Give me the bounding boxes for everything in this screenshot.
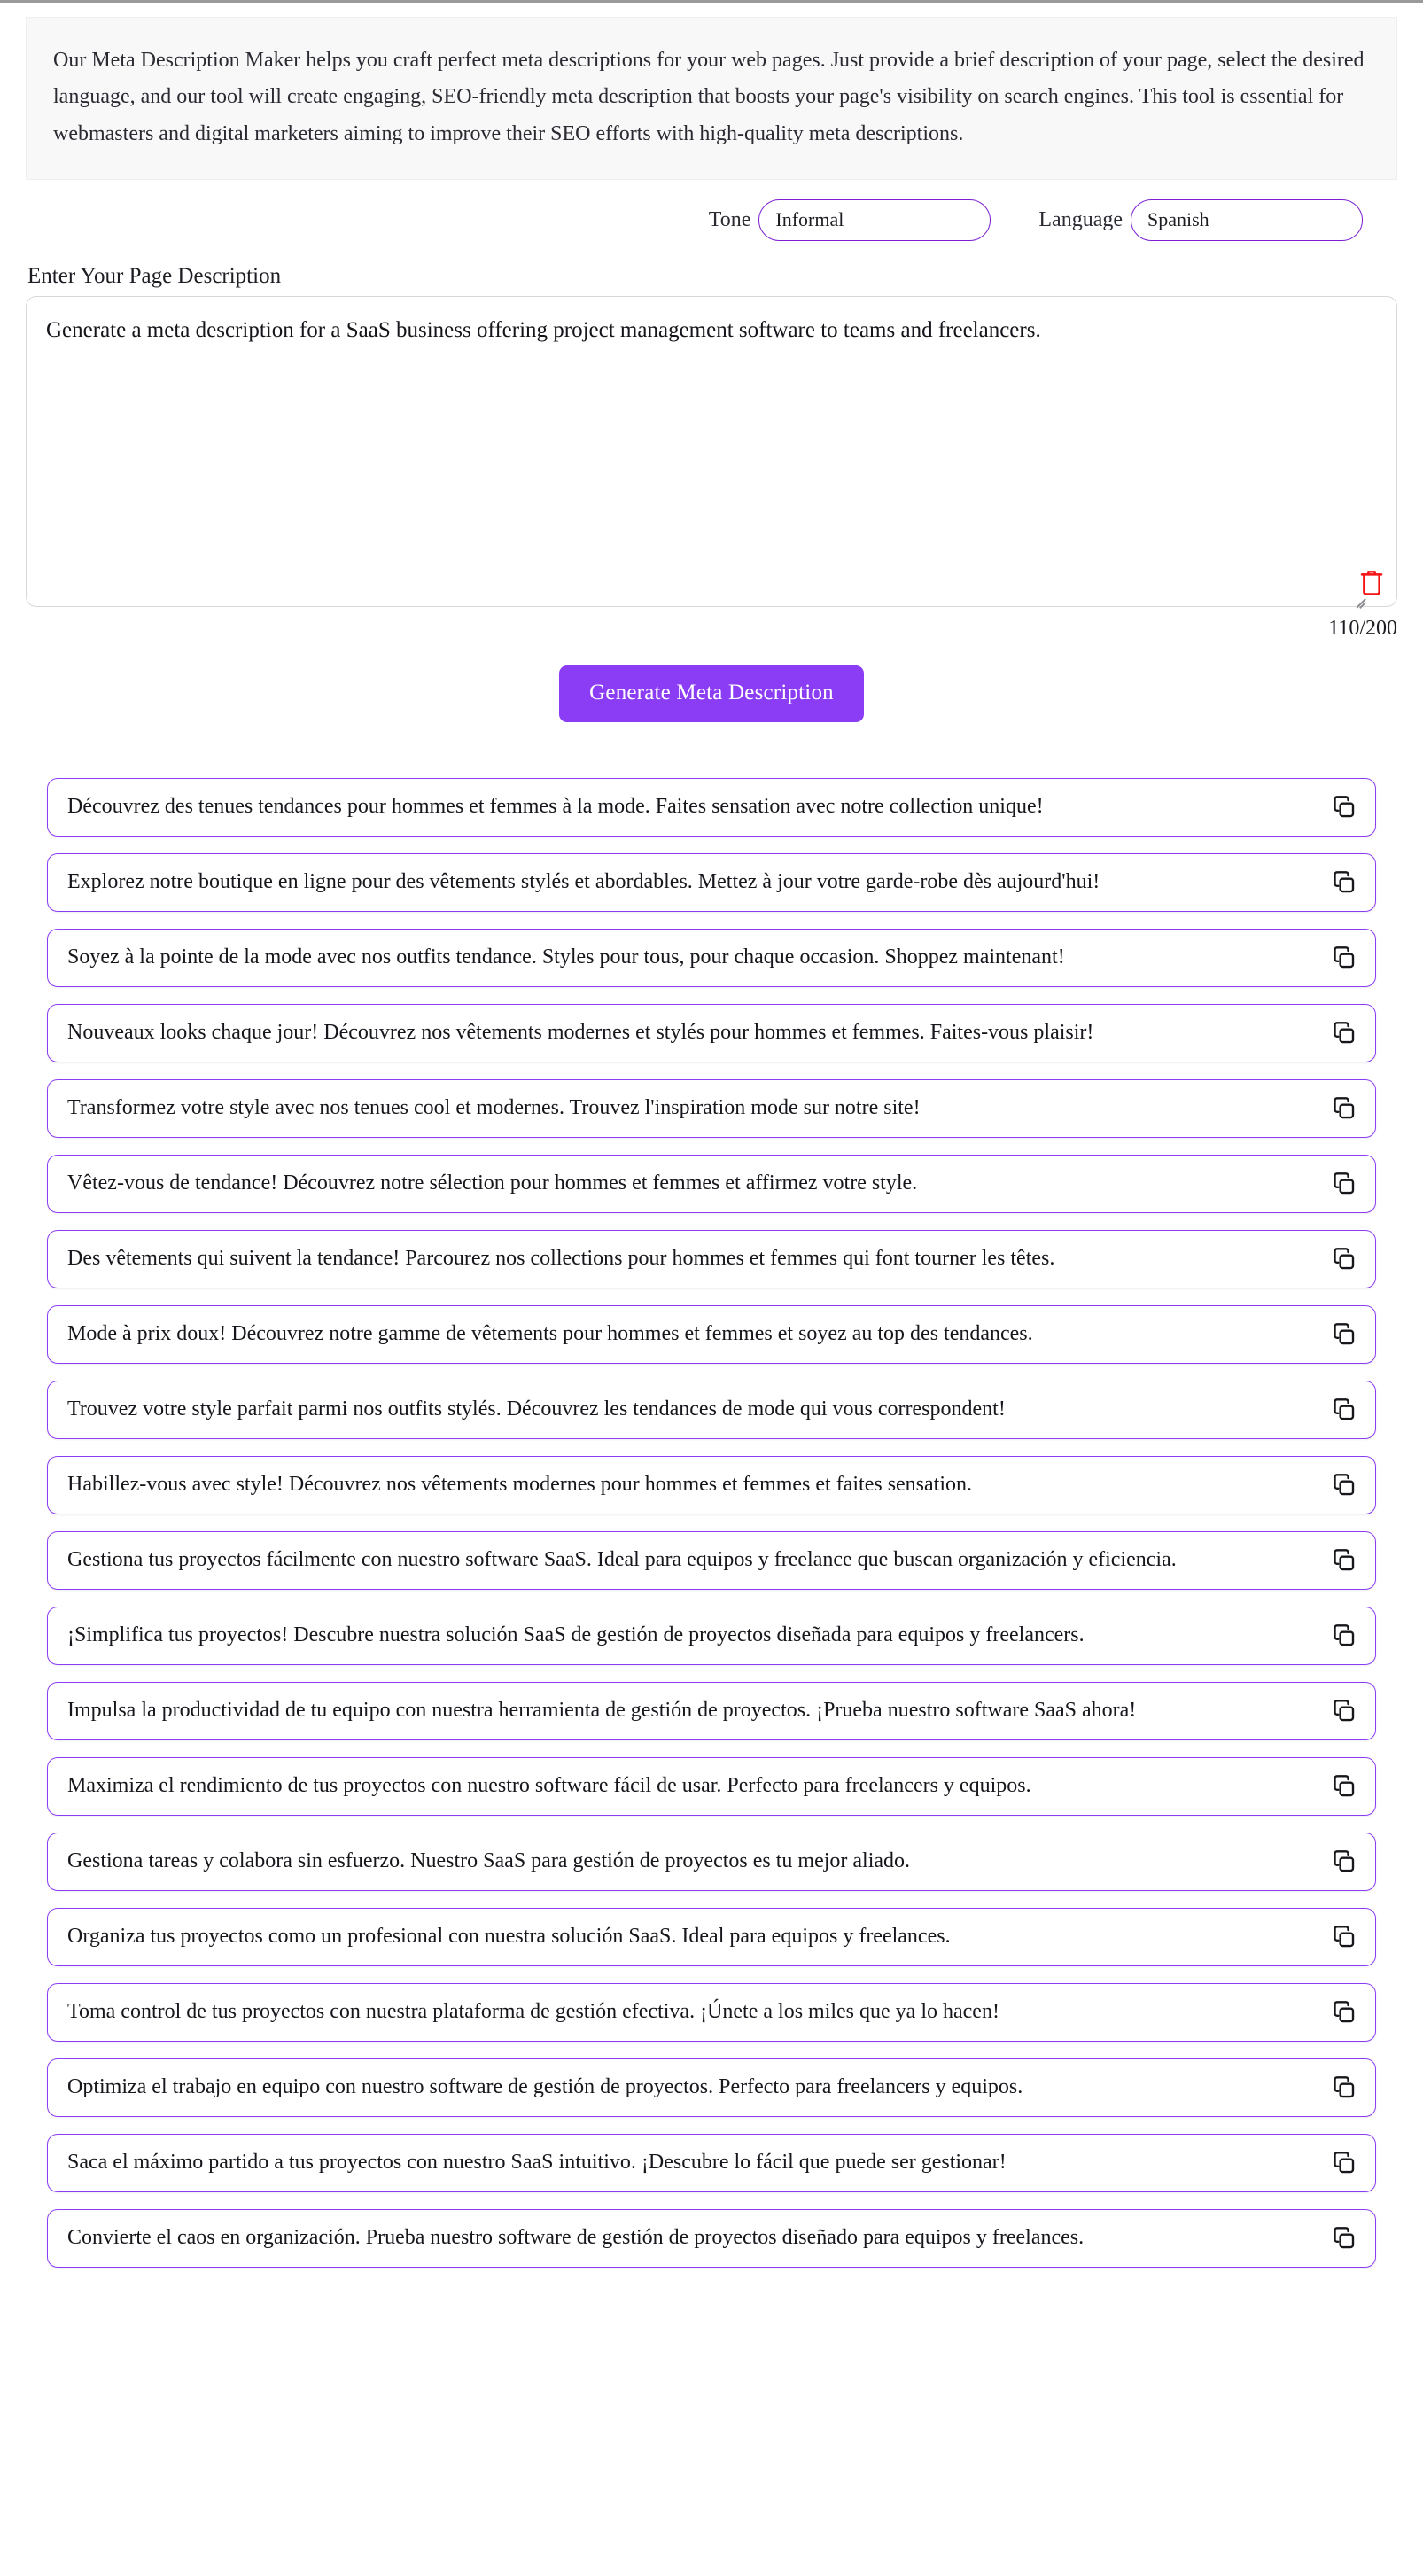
result-text: Soyez à la pointe de la mode avec nos ou…: [67, 946, 1065, 969]
result-card: Maximiza el rendimiento de tus proyectos…: [47, 1756, 1376, 1816]
copy-icon[interactable]: [1331, 1999, 1357, 2026]
page-description-input[interactable]: [26, 295, 1397, 607]
generate-row: Generate Meta Description: [0, 665, 1423, 722]
result-card: Soyez à la pointe de la mode avec nos ou…: [47, 928, 1376, 987]
result-card: Gestiona tareas y colabora sin esfuerzo.…: [47, 1832, 1376, 1891]
intro-banner: Our Meta Description Maker helps you cra…: [26, 17, 1397, 180]
language-group: Language Spanish: [1038, 198, 1363, 241]
results-list: Découvrez des tenues tendances pour homm…: [47, 777, 1376, 2291]
result-text: Des vêtements qui suivent la tendance! P…: [67, 1247, 1055, 1271]
copy-icon[interactable]: [1331, 869, 1357, 896]
result-card: Des vêtements qui suivent la tendance! P…: [47, 1229, 1376, 1288]
meta-description-maker-page: Our Meta Description Maker helps you cra…: [0, 0, 1423, 2576]
result-text: Toma control de tus proyectos con nuestr…: [67, 2000, 999, 2024]
result-card: Habillez-vous avec style! Découvrez nos …: [47, 1455, 1376, 1514]
copy-icon[interactable]: [1331, 945, 1357, 971]
copy-icon[interactable]: [1331, 1472, 1357, 1498]
result-text: Explorez notre boutique en ligne pour de…: [67, 870, 1100, 894]
result-text: Organiza tus proyectos como un profesion…: [67, 1925, 951, 1949]
result-text: Optimiza el trabajo en equipo con nuestr…: [67, 2075, 1023, 2099]
tone-select[interactable]: Informal: [758, 198, 991, 241]
language-label: Language: [1038, 207, 1123, 231]
result-text: ¡Simplifica tus proyectos! Descubre nues…: [67, 1623, 1085, 1647]
language-select[interactable]: Spanish: [1131, 198, 1363, 241]
result-text: Transformez votre style avec nos tenues …: [67, 1096, 921, 1120]
generate-meta-description-button[interactable]: Generate Meta Description: [559, 665, 864, 722]
result-card: Saca el máximo partido a tus proyectos c…: [47, 2133, 1376, 2192]
copy-icon[interactable]: [1331, 1171, 1357, 1197]
copy-icon[interactable]: [1331, 1397, 1357, 1423]
result-card: Toma control de tus proyectos con nuestr…: [47, 1982, 1376, 2042]
result-text: Gestiona tareas y colabora sin esfuerzo.…: [67, 1849, 911, 1873]
result-card: ¡Simplifica tus proyectos! Descubre nues…: [47, 1606, 1376, 1665]
copy-icon[interactable]: [1331, 1246, 1357, 1272]
result-card: Vêtez-vous de tendance! Découvrez notre …: [47, 1154, 1376, 1213]
result-card: Découvrez des tenues tendances pour homm…: [47, 777, 1376, 837]
result-text: Découvrez des tenues tendances pour homm…: [67, 795, 1044, 819]
result-card: Transformez votre style avec nos tenues …: [47, 1078, 1376, 1138]
character-counter: 110/200: [1328, 616, 1397, 640]
page-description-wrapper: [26, 295, 1397, 611]
copy-icon[interactable]: [1331, 1773, 1357, 1800]
trash-icon[interactable]: [1358, 568, 1385, 596]
copy-icon[interactable]: [1331, 1321, 1357, 1348]
top-divider: [0, 0, 1423, 3]
result-text: Trouvez votre style parfait parmi nos ou…: [67, 1397, 1006, 1421]
result-text: Saca el máximo partido a tus proyectos c…: [67, 2151, 1007, 2175]
options-row: Tone Informal Language Spanish: [0, 198, 1375, 241]
result-text: Impulsa la productividad de tu equipo co…: [67, 1699, 1137, 1723]
result-text: Nouveaux looks chaque jour! Découvrez no…: [67, 1021, 1094, 1045]
copy-icon[interactable]: [1331, 2225, 1357, 2252]
copy-icon[interactable]: [1331, 2150, 1357, 2176]
result-card: Optimiza el trabajo en equipo con nuestr…: [47, 2058, 1376, 2117]
result-card: Mode à prix doux! Découvrez notre gamme …: [47, 1304, 1376, 1364]
result-text: Mode à prix doux! Découvrez notre gamme …: [67, 1322, 1033, 1346]
copy-icon[interactable]: [1331, 1924, 1357, 1950]
copy-icon[interactable]: [1331, 1020, 1357, 1047]
copy-icon[interactable]: [1331, 2074, 1357, 2101]
copy-icon[interactable]: [1331, 794, 1357, 821]
copy-icon[interactable]: [1331, 1095, 1357, 1122]
result-card: Gestiona tus proyectos fácilmente con nu…: [47, 1530, 1376, 1590]
result-text: Gestiona tus proyectos fácilmente con nu…: [67, 1548, 1177, 1572]
result-text: Vêtez-vous de tendance! Découvrez notre …: [67, 1171, 918, 1195]
result-card: Explorez notre boutique en ligne pour de…: [47, 852, 1376, 912]
result-card: Trouvez votre style parfait parmi nos ou…: [47, 1380, 1376, 1439]
result-text: Maximiza el rendimiento de tus proyectos…: [67, 1774, 1031, 1798]
copy-icon[interactable]: [1331, 1698, 1357, 1724]
copy-icon[interactable]: [1331, 1547, 1357, 1574]
result-card: Convierte el caos en organización. Prueb…: [47, 2208, 1376, 2268]
result-text: Habillez-vous avec style! Découvrez nos …: [67, 1473, 973, 1497]
copy-icon[interactable]: [1331, 1848, 1357, 1875]
result-card: Organiza tus proyectos como un profesion…: [47, 1907, 1376, 1966]
copy-icon[interactable]: [1331, 1623, 1357, 1649]
result-text: Convierte el caos en organización. Prueb…: [67, 2226, 1085, 2250]
page-description-label: Enter Your Page Description: [27, 263, 282, 288]
tone-group: Tone Informal: [708, 198, 991, 241]
result-card: Impulsa la productividad de tu equipo co…: [47, 1681, 1376, 1740]
result-card: Nouveaux looks chaque jour! Découvrez no…: [47, 1003, 1376, 1062]
tone-label: Tone: [708, 207, 751, 231]
